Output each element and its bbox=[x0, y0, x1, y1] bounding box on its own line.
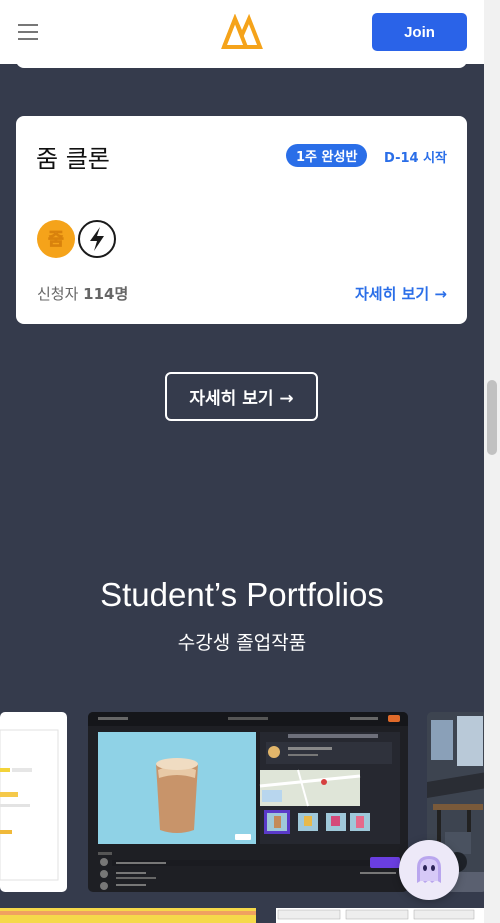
course-type-badge: 1주 완성반 bbox=[286, 144, 368, 167]
portfolio-thumbnail[interactable] bbox=[0, 908, 256, 923]
portfolio-section-title: Student’s Portfolios bbox=[100, 576, 384, 613]
start-dday: D-14 시작 bbox=[384, 151, 447, 166]
brand-logo[interactable] bbox=[220, 13, 264, 50]
zoom-badge-icon: 줌 bbox=[37, 220, 75, 258]
view-more-button[interactable]: 자세히 보기 → bbox=[165, 372, 318, 421]
portfolio-thumbnail[interactable] bbox=[88, 712, 408, 892]
lightning-icon bbox=[78, 220, 116, 258]
portfolio-section-subtitle: 수강생 졸업작품 bbox=[177, 632, 307, 654]
course-card[interactable]: 줌 클론 1주 완성반 D-14 시작 줌 신청자 114명 자세히 보기 → bbox=[16, 116, 467, 324]
hamburger-menu-icon[interactable] bbox=[18, 24, 38, 40]
portfolio-thumbnail[interactable] bbox=[276, 908, 484, 923]
page-scrollbar[interactable] bbox=[484, 0, 500, 923]
applicant-count: 신청자 114명 bbox=[37, 285, 129, 303]
scrollbar-thumb[interactable] bbox=[487, 380, 497, 455]
chat-ghost-icon[interactable] bbox=[399, 840, 459, 900]
portfolio-thumbnail[interactable] bbox=[0, 712, 67, 892]
course-detail-link[interactable]: 자세히 보기 → bbox=[355, 283, 447, 304]
course-title: 줌 클론 bbox=[36, 145, 110, 173]
join-button[interactable]: Join bbox=[372, 13, 467, 51]
svg-text:줌: 줌 bbox=[48, 230, 64, 250]
top-navigation: Join bbox=[0, 0, 484, 64]
